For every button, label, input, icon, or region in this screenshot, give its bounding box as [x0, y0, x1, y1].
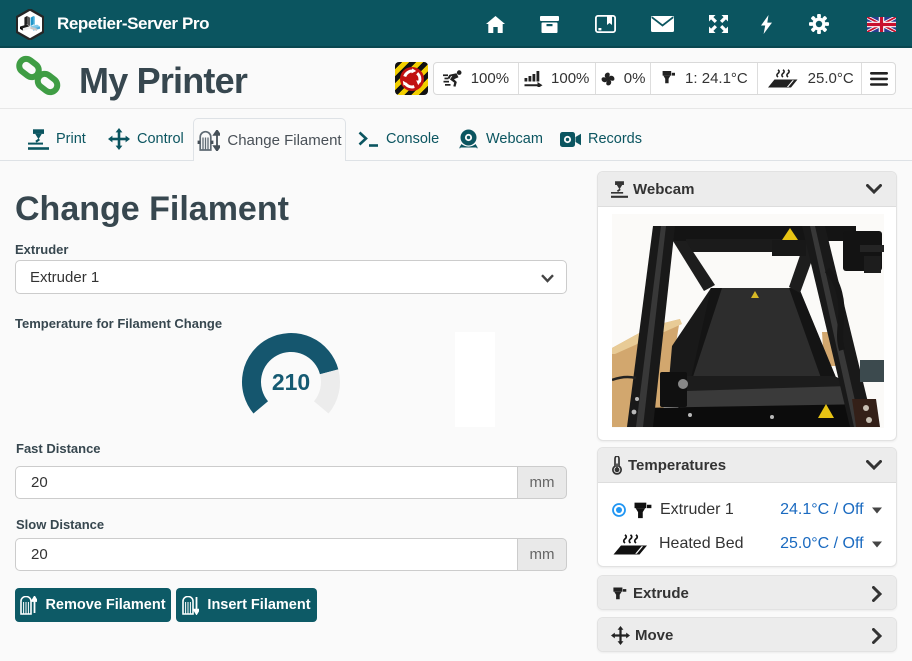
svg-text:210: 210	[272, 369, 310, 395]
